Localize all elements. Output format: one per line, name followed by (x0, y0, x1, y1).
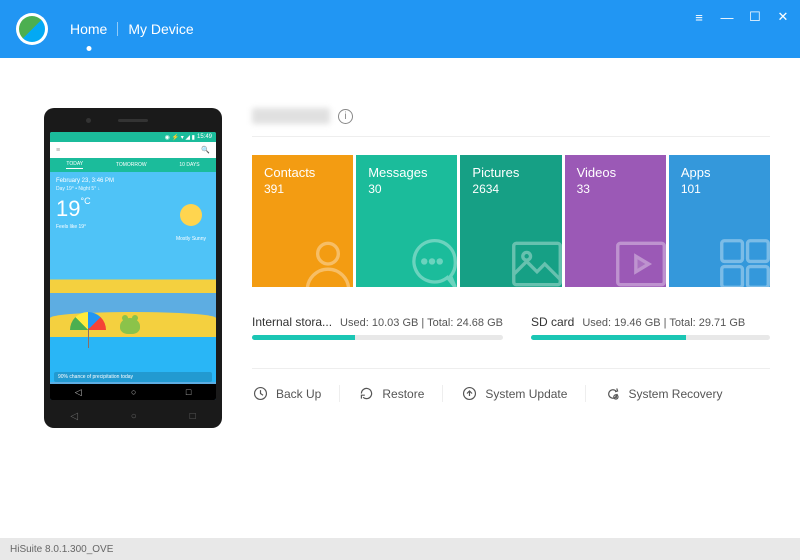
close-button[interactable]: ✕ (774, 8, 792, 26)
status-bar: HiSuite 8.0.1.300_OVE (0, 538, 800, 560)
sd-storage: SD card Used: 19.46 GB | Total: 29.71 GB (531, 315, 770, 340)
backup-button[interactable]: Back Up (252, 385, 339, 402)
minimize-button[interactable]: — (718, 8, 736, 26)
nav-home[interactable]: Home (60, 21, 117, 37)
restore-icon (358, 385, 375, 402)
app-logo (16, 13, 48, 45)
restore-button[interactable]: Restore (339, 385, 442, 402)
backup-icon (252, 385, 269, 402)
info-icon[interactable]: i (338, 109, 353, 124)
internal-storage: Internal stora... Used: 10.03 GB | Total… (252, 315, 503, 340)
update-icon (461, 385, 478, 402)
menu-button[interactable]: ≡ (690, 8, 708, 26)
phone-search-bar: ≡🔍 (50, 142, 216, 158)
phone-soft-keys: ◁○□ (44, 411, 222, 422)
version-label: HiSuite 8.0.1.300_OVE (10, 544, 113, 555)
system-update-button[interactable]: System Update (442, 385, 585, 402)
device-preview: ◉ ⚡ ▾ ◢ ▮15:49 ≡🔍 TODAYTOMORROW10 DAYS F… (44, 108, 222, 428)
tile-videos[interactable]: Videos33 (565, 155, 666, 287)
phone-nav-bar: ◁○□ (50, 384, 216, 400)
weather-hilow: Day 19° • Night 5° ↓ (56, 186, 210, 192)
tile-contacts[interactable]: Contacts391 (252, 155, 353, 287)
recovery-icon (604, 385, 621, 402)
weather-condition: Mostly Sunny (176, 236, 206, 242)
frog-icon (120, 318, 140, 334)
precip-banner: 90% chance of precipitation today (54, 372, 212, 382)
tile-pictures[interactable]: Pictures2634 (460, 155, 561, 287)
phone-tabs: TODAYTOMORROW10 DAYS (50, 158, 216, 172)
device-name (252, 108, 330, 124)
weather-date: February 23, 3:46 PM (56, 178, 210, 184)
tile-messages[interactable]: Messages30 (356, 155, 457, 287)
tile-apps[interactable]: Apps101 (669, 155, 770, 287)
phone-status-bar: ◉ ⚡ ▾ ◢ ▮15:49 (50, 132, 216, 142)
maximize-button[interactable]: ☐ (746, 8, 764, 26)
nav-my-device[interactable]: My Device (118, 21, 203, 37)
sun-icon (180, 204, 202, 226)
category-tiles: Contacts391Messages30Pictures2634Videos3… (252, 155, 770, 287)
titlebar: Home My Device ≡ — ☐ ✕ (0, 0, 800, 58)
system-recovery-button[interactable]: System Recovery (585, 385, 740, 402)
